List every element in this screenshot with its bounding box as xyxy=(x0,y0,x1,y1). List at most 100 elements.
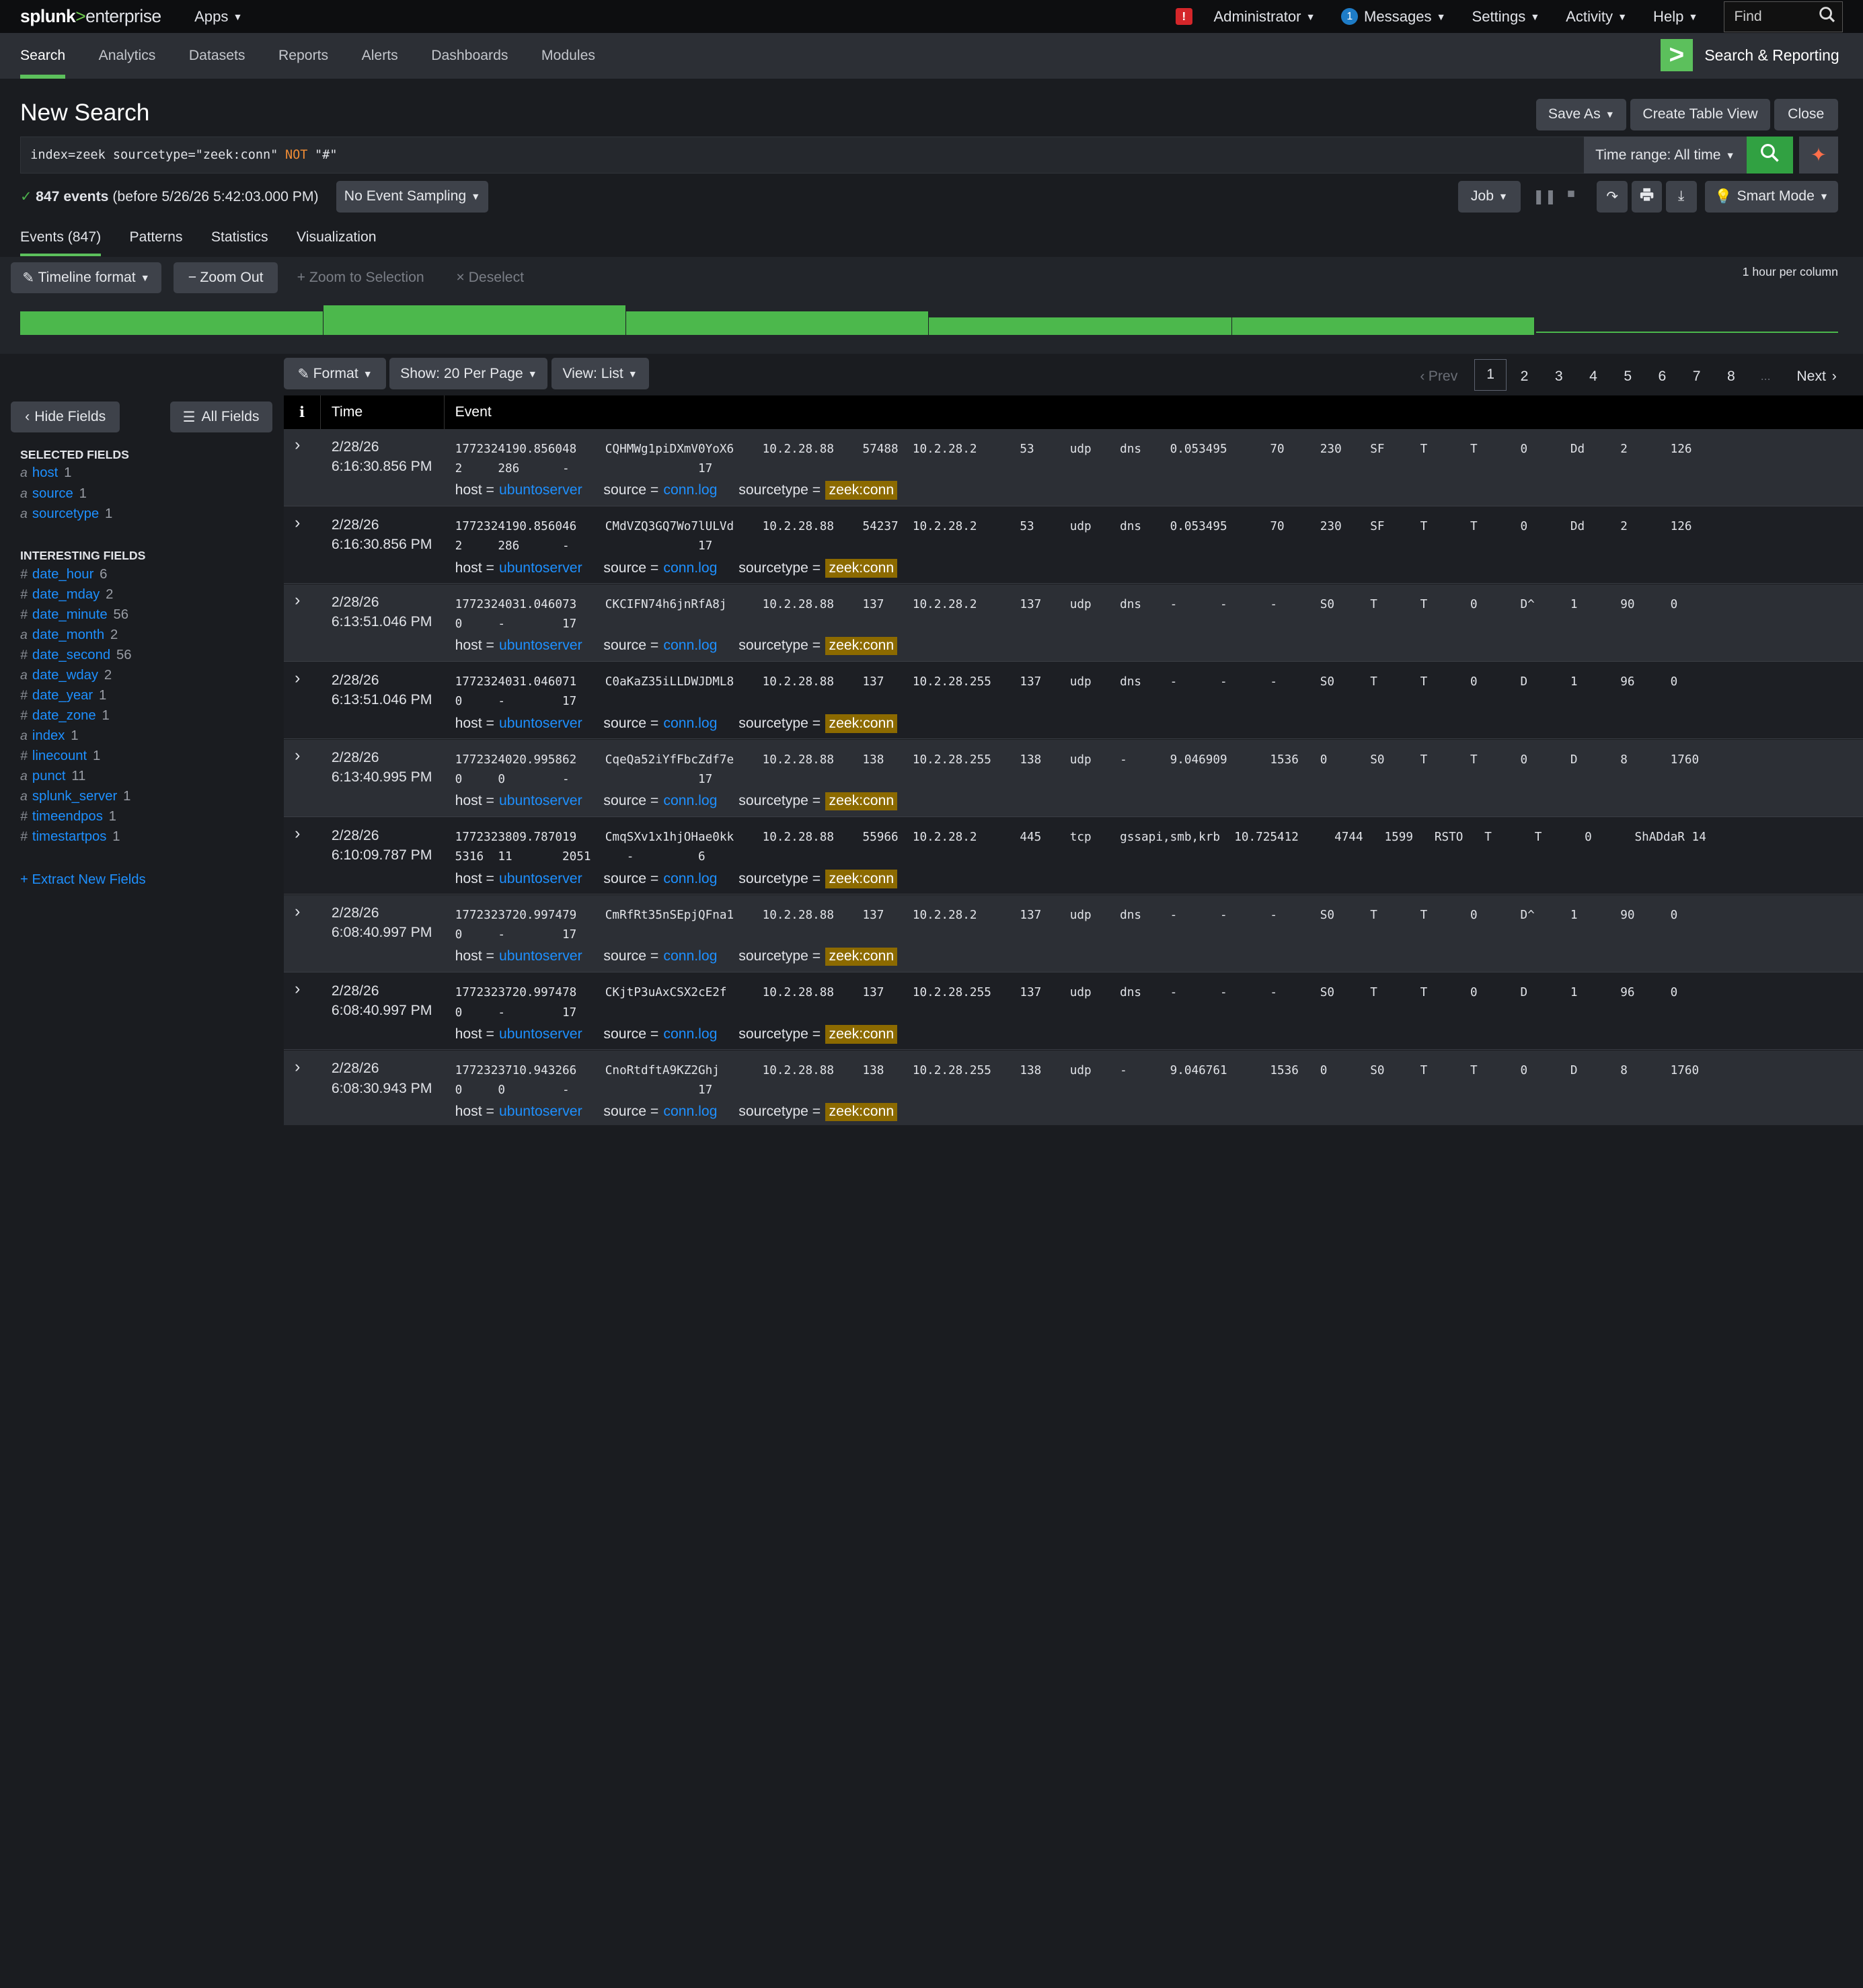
nav-tab-alerts[interactable]: Alerts xyxy=(362,33,398,78)
deselect-button[interactable]: × Deselect xyxy=(456,270,524,286)
timeline-bar[interactable] xyxy=(1231,317,1535,336)
zoom-out-button[interactable]: − Zoom Out xyxy=(173,262,278,294)
hide-fields-button[interactable]: ‹ Hide Fields xyxy=(10,402,120,433)
field-splunk-server[interactable]: a splunk_server 1 xyxy=(20,789,130,804)
host-value[interactable]: ubuntoserver xyxy=(499,638,582,654)
source-value[interactable]: conn.log xyxy=(663,638,717,654)
zoom-to-selection-button[interactable]: + Zoom to Selection xyxy=(297,270,424,286)
field-date-year[interactable]: # date_year 1 xyxy=(20,688,106,703)
source-value[interactable]: conn.log xyxy=(663,793,717,809)
sourcetype-value[interactable]: zeek:conn xyxy=(825,714,898,733)
search-icon[interactable] xyxy=(1811,6,1842,27)
source-value[interactable]: conn.log xyxy=(663,482,717,498)
source-value[interactable]: conn.log xyxy=(663,1026,717,1042)
create-table-view-button[interactable]: Create Table View xyxy=(1630,98,1771,131)
field-date-zone[interactable]: # date_zone 1 xyxy=(20,708,110,724)
export-button[interactable]: ⤓ xyxy=(1665,180,1697,213)
event-row[interactable]: › 2/28/26 6:08:40.997 PM 1772323720.997478 … xyxy=(284,972,1863,1050)
sourcetype-value[interactable]: zeek:conn xyxy=(825,481,898,500)
all-fields-button[interactable]: ☰ All Fields xyxy=(169,402,272,433)
ai-assistant-button[interactable]: ✦ xyxy=(1798,137,1838,174)
event-row[interactable]: › 2/28/26 6:10:09.787 PM 1772323809.787019 … xyxy=(284,817,1863,895)
field-date-minute[interactable]: # date_minute 56 xyxy=(20,607,128,623)
timeline-bar[interactable] xyxy=(929,317,1232,336)
nav-tab-reports[interactable]: Reports xyxy=(278,33,328,78)
field-sourcetype[interactable]: a sourcetype 1 xyxy=(20,506,112,522)
app-title[interactable]: > Search & Reporting xyxy=(1661,39,1839,71)
nav-tab-modules[interactable]: Modules xyxy=(541,33,595,78)
page-8[interactable]: 8 xyxy=(1716,364,1747,390)
field-linecount[interactable]: # linecount 1 xyxy=(20,749,100,764)
print-button[interactable] xyxy=(1631,180,1663,213)
source-value[interactable]: conn.log xyxy=(663,871,717,887)
job-menu-button[interactable]: Job ▼ xyxy=(1457,180,1521,213)
field-timeendpos[interactable]: # timeendpos 1 xyxy=(20,809,116,825)
page-1[interactable]: 1 xyxy=(1474,358,1507,391)
source-value[interactable]: conn.log xyxy=(663,716,717,732)
event-row[interactable]: › 2/28/26 6:16:30.856 PM 1772324190.856048 … xyxy=(284,428,1863,506)
event-row[interactable]: › 2/28/26 6:16:30.856 PM 1772324190.856046 … xyxy=(284,506,1863,584)
event-row[interactable]: › 2/28/26 6:13:51.046 PM 1772324031.046071 … xyxy=(284,662,1863,740)
host-value[interactable]: ubuntoserver xyxy=(499,482,582,498)
chevron-right-icon[interactable]: › xyxy=(295,980,300,999)
info-column-header[interactable]: i xyxy=(284,395,321,429)
timeline-bar[interactable] xyxy=(625,311,929,336)
share-button[interactable]: ↷ xyxy=(1597,180,1628,213)
host-value[interactable]: ubuntoserver xyxy=(499,1026,582,1042)
page-6[interactable]: 6 xyxy=(1646,364,1677,390)
nav-tab-analytics[interactable]: Analytics xyxy=(99,33,156,78)
host-value[interactable]: ubuntoserver xyxy=(499,1104,582,1120)
tab-patterns[interactable]: Patterns xyxy=(130,229,183,256)
time-column-header[interactable]: Time xyxy=(321,395,445,429)
chevron-right-icon[interactable]: › xyxy=(295,591,300,610)
help-menu[interactable]: Help ▼ xyxy=(1653,8,1698,26)
nav-tab-datasets[interactable]: Datasets xyxy=(189,33,245,78)
activity-menu[interactable]: Activity ▼ xyxy=(1566,8,1627,26)
apps-menu[interactable]: Apps ▼ xyxy=(194,8,242,26)
search-query-input[interactable]: index=zeek sourcetype="zeek:conn" NOT "#" xyxy=(20,137,1587,174)
field-date-month[interactable]: a date_month 2 xyxy=(20,627,118,643)
timeline-bar[interactable] xyxy=(20,311,324,336)
field-punct[interactable]: a punct 11 xyxy=(20,769,85,784)
event-sampling-dropdown[interactable]: No Event Sampling ▼ xyxy=(336,180,489,213)
tab-statistics[interactable]: Statistics xyxy=(211,229,268,256)
field-date-wday[interactable]: a date_wday 2 xyxy=(20,668,112,683)
sourcetype-value[interactable]: zeek:conn xyxy=(825,870,898,888)
chevron-right-icon[interactable]: › xyxy=(295,825,300,843)
host-value[interactable]: ubuntoserver xyxy=(499,560,582,576)
host-value[interactable]: ubuntoserver xyxy=(499,716,582,732)
field-date-mday[interactable]: # date_mday 2 xyxy=(20,587,113,603)
field-timestartpos[interactable]: # timestartpos 1 xyxy=(20,829,120,845)
save-as-button[interactable]: Save As ▼ xyxy=(1536,98,1627,131)
prev-page-button[interactable]: ‹ Prev xyxy=(1414,364,1463,390)
field-date-hour[interactable]: # date_hour 6 xyxy=(20,567,107,582)
next-page-button[interactable]: Next › xyxy=(1790,364,1843,390)
source-value[interactable]: conn.log xyxy=(663,1104,717,1120)
page-5[interactable]: 5 xyxy=(1612,364,1643,390)
host-value[interactable]: ubuntoserver xyxy=(499,871,582,887)
nav-tab-dashboards[interactable]: Dashboards xyxy=(431,33,508,78)
tab-events[interactable]: Events (847) xyxy=(20,229,101,256)
event-row[interactable]: › 2/28/26 6:08:40.997 PM 1772323720.997479 … xyxy=(284,894,1863,972)
timeline-histogram[interactable] xyxy=(20,303,1838,336)
alert-badge[interactable]: ! xyxy=(1175,8,1192,26)
nav-tab-search[interactable]: Search xyxy=(20,33,66,79)
chevron-right-icon[interactable]: › xyxy=(295,669,300,688)
format-button[interactable]: ✎ Format ▼ xyxy=(284,357,387,390)
view-dropdown[interactable]: View: List ▼ xyxy=(551,357,649,390)
source-value[interactable]: conn.log xyxy=(663,560,717,576)
time-range-picker[interactable]: Time range: All time ▼ xyxy=(1583,137,1747,174)
field-host[interactable]: a host 1 xyxy=(20,465,71,481)
per-page-dropdown[interactable]: Show: 20 Per Page ▼ xyxy=(389,357,548,390)
sourcetype-value[interactable]: zeek:conn xyxy=(825,792,898,811)
chevron-right-icon[interactable]: › xyxy=(295,747,300,765)
host-value[interactable]: ubuntoserver xyxy=(499,948,582,964)
page-3[interactable]: 3 xyxy=(1544,364,1574,390)
page-2[interactable]: 2 xyxy=(1509,364,1540,390)
host-value[interactable]: ubuntoserver xyxy=(499,793,582,809)
page-4[interactable]: 4 xyxy=(1578,364,1609,390)
event-row[interactable]: › 2/28/26 6:13:40.995 PM 1772324020.995862 … xyxy=(284,739,1863,817)
messages-menu[interactable]: 1 Messages ▼ xyxy=(1341,8,1446,26)
pause-icon[interactable]: ❚❚ xyxy=(1533,188,1557,205)
sourcetype-value[interactable]: zeek:conn xyxy=(825,1102,898,1122)
